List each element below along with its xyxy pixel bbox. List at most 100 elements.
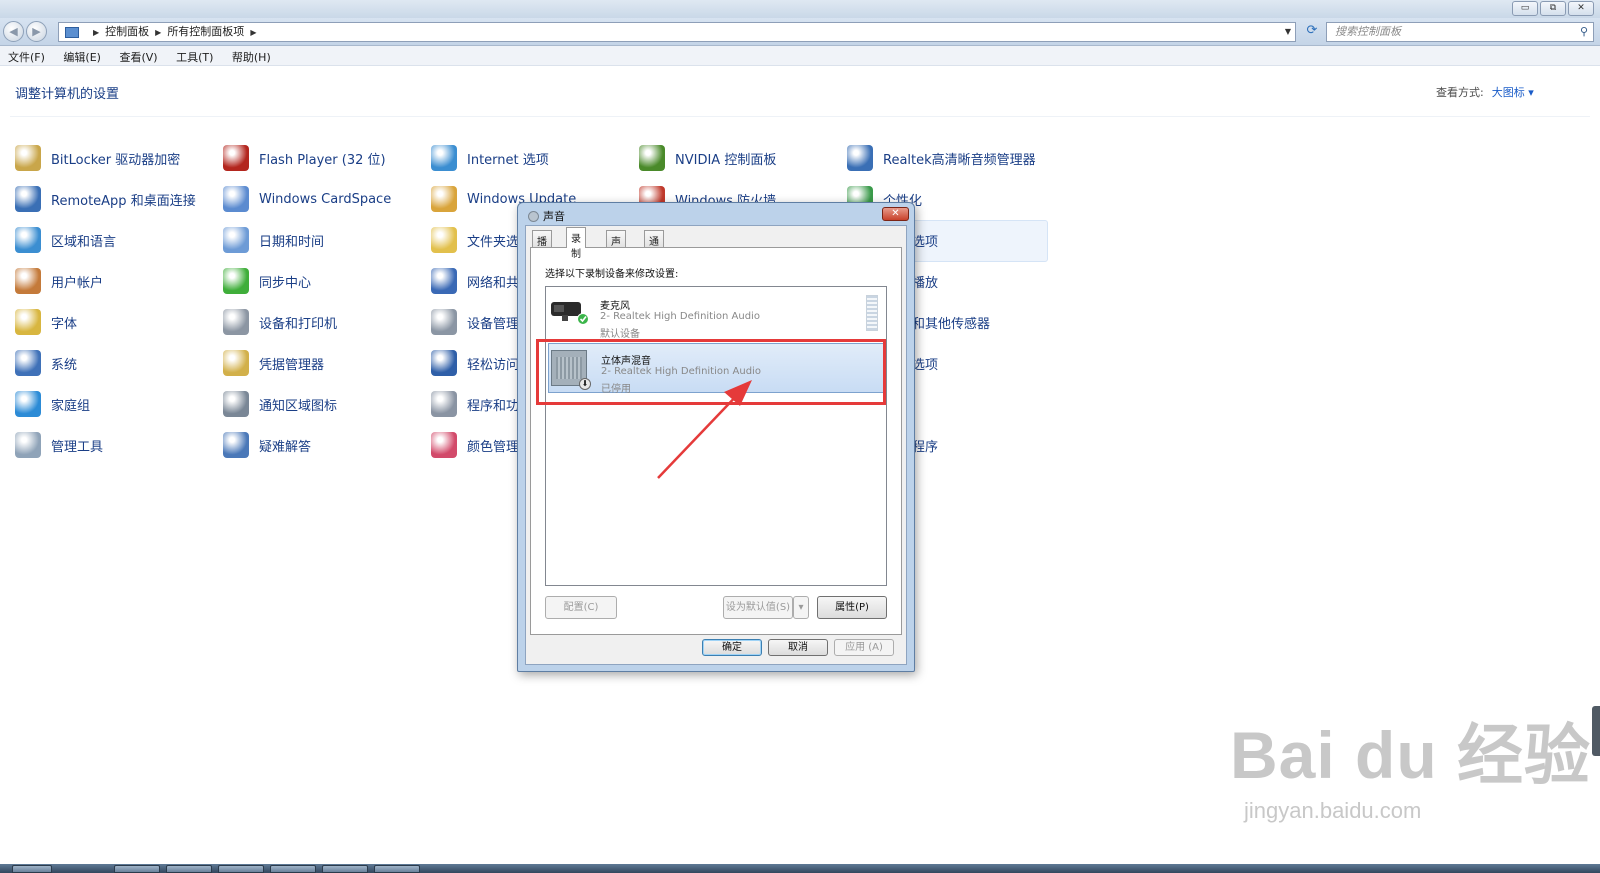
control-panel-item-label: BitLocker 驱动器加密	[51, 152, 181, 168]
page-title: 调整计算机的设置	[15, 87, 120, 102]
configure-button[interactable]: 配置(C)	[545, 596, 617, 619]
control-panel-item[interactable]: 设备管理	[431, 307, 519, 337]
taskbar-app-media[interactable]	[270, 865, 316, 873]
homegroup-icon	[15, 391, 41, 417]
control-panel-item[interactable]: 区域和语言	[15, 225, 116, 255]
control-panel-item-label: 网络和共	[467, 275, 520, 291]
tab-playback[interactable]: 播放	[532, 230, 552, 263]
control-panel-item[interactable]: 程序和功	[431, 389, 519, 419]
internet-icon	[431, 145, 457, 171]
watermark-url: jingyan.baidu.com	[1244, 798, 1422, 823]
control-panel-item[interactable]: 文件夹选	[431, 225, 519, 255]
menu-help[interactable]: 帮助(H)	[224, 46, 278, 65]
device-microphone[interactable]: 麦克风 2- Realtek High Definition Audio 默认设…	[548, 289, 884, 340]
control-panel-item[interactable]: 同步中心	[223, 266, 311, 296]
control-panel-item[interactable]: RemoteApp 和桌面连接	[15, 184, 196, 214]
apply-button[interactable]: 应用 (A)	[834, 639, 894, 656]
color-icon	[431, 432, 457, 458]
taskbar-app-folder[interactable]	[218, 865, 264, 873]
address-bar[interactable]: ▶ 控制面板 ▶ 所有控制面板项 ▶ ▼	[58, 22, 1296, 42]
breadcrumb-all-items[interactable]: 所有控制面板项	[167, 25, 244, 38]
control-panel-item[interactable]: 播放	[912, 266, 938, 296]
search-icon[interactable]: ⚲	[1580, 23, 1588, 41]
cancel-button[interactable]: 取消	[768, 639, 828, 656]
control-panel-item-label: Windows CardSpace	[259, 191, 392, 207]
restore-button[interactable]: ⧉	[1540, 1, 1566, 16]
control-panel-item[interactable]: Windows CardSpace	[223, 184, 391, 214]
menu-edit[interactable]: 编辑(E)	[55, 46, 108, 65]
minimize-button[interactable]: ▭	[1512, 1, 1538, 16]
control-panel-item[interactable]: 通知区域图标	[223, 389, 337, 419]
taskbar-app-control-panel[interactable]	[374, 865, 420, 873]
disabled-badge-icon: ⬇	[579, 378, 591, 390]
sync-icon	[223, 268, 249, 294]
dialog-close-button[interactable]: ✕	[882, 207, 909, 221]
control-panel-item[interactable]: 选项	[912, 225, 938, 255]
control-panel-item[interactable]: 系统	[15, 348, 77, 378]
control-panel-item[interactable]: NVIDIA 控制面板	[639, 143, 776, 173]
taskbar	[0, 864, 1600, 873]
control-panel-item[interactable]: BitLocker 驱动器加密	[15, 143, 180, 173]
view-by-dropdown[interactable]: 大图标 ▾	[1492, 86, 1534, 99]
cardspace-icon	[223, 186, 249, 212]
control-panel-item[interactable]: 和其他传感器	[912, 307, 990, 337]
control-panel-item[interactable]: 管理工具	[15, 430, 103, 460]
control-panel-item[interactable]: Flash Player (32 位)	[223, 143, 386, 173]
close-window-button[interactable]: ✕	[1568, 1, 1594, 16]
control-panel-item[interactable]: 字体	[15, 307, 77, 337]
dialog-title-text: 声音	[543, 210, 565, 223]
globe-icon	[15, 227, 41, 253]
control-panel-item-label: 管理工具	[51, 439, 104, 455]
recording-tab-panel: 选择以下录制设备来修改设置: 麦克风 2- Realtek High Defin…	[530, 247, 902, 635]
search-placeholder: 搜索控制面板	[1335, 25, 1401, 38]
set-default-dropdown-icon[interactable]: ▾	[793, 596, 809, 619]
menu-tools[interactable]: 工具(T)	[168, 46, 220, 65]
credentials-icon	[223, 350, 249, 376]
forward-button[interactable]: ▶	[26, 21, 47, 42]
start-button[interactable]	[12, 865, 52, 873]
taskbar-app-ie[interactable]	[114, 865, 160, 873]
menu-view[interactable]: 查看(V)	[111, 46, 164, 65]
ok-button[interactable]: 确定	[702, 639, 762, 656]
control-panel-item-label: 用户帐户	[51, 275, 104, 291]
tab-sounds[interactable]: 声音	[606, 230, 626, 263]
side-gadget[interactable]	[1592, 706, 1600, 756]
control-panel-item[interactable]: 设备和打印机	[223, 307, 337, 337]
control-panel-item[interactable]: 用户帐户	[15, 266, 103, 296]
control-panel-item[interactable]: 家庭组	[15, 389, 90, 419]
control-panel-item[interactable]: Realtek高清晰音频管理器	[847, 143, 1036, 173]
control-panel-item[interactable]: 日期和时间	[223, 225, 324, 255]
programs-icon	[431, 391, 457, 417]
control-panel-item[interactable]: 轻松访问	[431, 348, 519, 378]
control-panel-item[interactable]: 程序	[912, 430, 938, 460]
tab-recording[interactable]: 录制	[566, 227, 586, 260]
taskbar-app-explorer[interactable]	[166, 865, 212, 873]
control-panel-item-label: NVIDIA 控制面板	[675, 152, 777, 168]
refresh-icon[interactable]: ⟳	[1302, 22, 1322, 42]
tab-communications[interactable]: 通信	[644, 230, 664, 263]
search-input[interactable]: 搜索控制面板 ⚲	[1326, 22, 1594, 42]
control-panel-item[interactable]: 颜色管理	[431, 430, 519, 460]
control-panel-item-label: 程序和功	[467, 398, 520, 414]
control-panel-item-label: 字体	[51, 316, 78, 332]
control-panel-item[interactable]: 疑难解答	[223, 430, 311, 460]
menu-file[interactable]: 文件(F)	[0, 46, 52, 65]
address-dropdown-icon[interactable]: ▼	[1285, 23, 1291, 41]
back-button[interactable]: ◀	[3, 21, 24, 42]
control-panel-item-label: 凭据管理器	[259, 357, 325, 373]
dialog-title: 声音	[528, 208, 565, 224]
control-panel-item[interactable]: 选项	[912, 348, 938, 378]
control-panel-item-label: 疑难解答	[259, 439, 312, 455]
control-panel-item[interactable]: 网络和共	[431, 266, 519, 296]
properties-button[interactable]: 属性(P)	[817, 596, 887, 619]
set-default-button[interactable]: 设为默认值(S)	[723, 596, 793, 619]
breadcrumb-control-panel[interactable]: 控制面板	[105, 25, 149, 38]
remoteapp-icon	[15, 186, 41, 212]
control-panel-item-label: 轻松访问	[467, 357, 520, 373]
recording-device-list[interactable]: 麦克风 2- Realtek High Definition Audio 默认设…	[536, 286, 887, 586]
taskbar-app-terminal[interactable]	[322, 865, 368, 873]
control-panel-item[interactable]: 凭据管理器	[223, 348, 324, 378]
device-stereo-mix[interactable]: ⬇ 立体声混音 2- Realtek High Definition Audio…	[548, 343, 884, 395]
device-manager-icon	[431, 309, 457, 335]
control-panel-item[interactable]: Internet 选项	[431, 143, 549, 173]
